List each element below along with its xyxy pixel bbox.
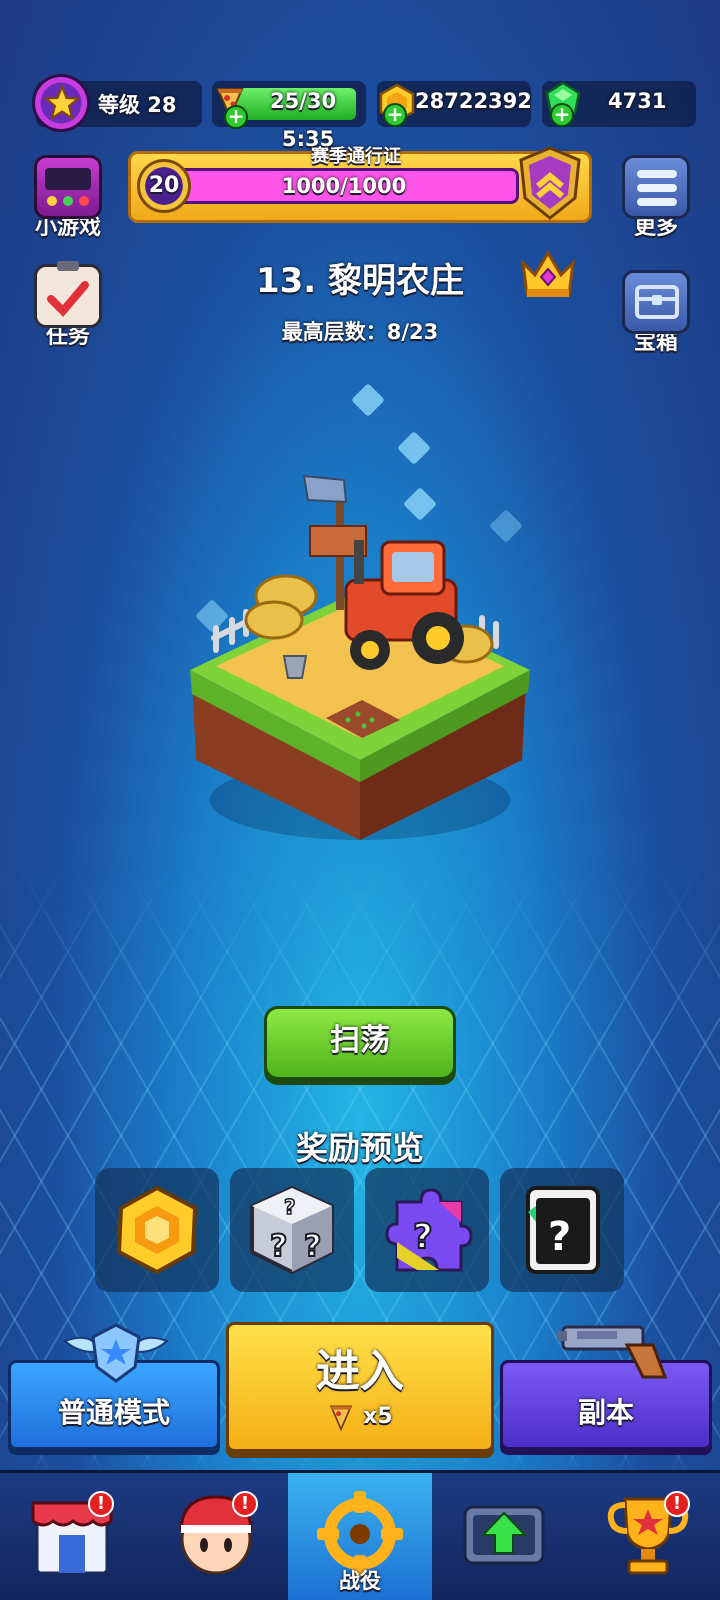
rank-shield-icon <box>519 146 581 220</box>
season-pass-title: 赛季通行证 <box>311 146 401 167</box>
reward-slot-gold-hex[interactable] <box>95 1168 219 1292</box>
add-energy-plus-icon[interactable]: + <box>224 105 248 129</box>
nav-tab-trophy[interactable]: ! <box>576 1473 720 1600</box>
campaign-label: 战役 <box>339 1569 381 1593</box>
trophy-alert-badge: ! <box>664 1491 690 1517</box>
minigame-button[interactable]: 小游戏 <box>28 155 108 241</box>
reward-slot-dice[interactable]: ? ? ? <box>230 1168 354 1292</box>
nav-tab-upgrade[interactable] <box>432 1473 576 1600</box>
nav-tab-hero[interactable]: ! <box>144 1473 288 1600</box>
season-pass-progress-bar: 1000/1000 <box>169 168 519 204</box>
svg-text:?: ? <box>304 1229 321 1264</box>
winged-star-badge-icon <box>63 1323 169 1383</box>
enter-cost: x5 <box>229 1403 491 1432</box>
enter-button[interactable]: 进入 x5 <box>226 1322 494 1452</box>
nav-tab-campaign[interactable]: 战役 <box>288 1473 432 1600</box>
floating-diamond-decor <box>397 431 431 465</box>
reward-preview-title: 奖励预览 <box>295 1129 424 1167</box>
more-button[interactable]: 更多 <box>616 155 696 241</box>
level-star-badge <box>32 74 90 132</box>
nav-tab-shop[interactable]: ! <box>0 1473 144 1600</box>
season-pass-panel[interactable]: 赛季通行证 1000/1000 20 <box>128 146 592 223</box>
coins-display[interactable]: + 28722392 <box>377 81 532 127</box>
player-level-display[interactable]: 等级 28 <box>32 74 202 132</box>
svg-text:?: ? <box>548 1214 571 1260</box>
enter-label: 进入 <box>316 1346 404 1397</box>
svg-text:?: ? <box>413 1217 433 1257</box>
season-pass-progress-text: 1000/1000 <box>281 174 407 198</box>
farm-island-illustration[interactable] <box>186 470 534 890</box>
season-pass-level-badge: 20 <box>137 159 191 213</box>
bottom-nav: ! ! 战役 ! <box>0 1470 720 1600</box>
reward-slot-card[interactable]: ? <box>500 1168 624 1292</box>
pizza-slice-icon <box>330 1405 353 1432</box>
arcade-machine-icon <box>34 155 102 219</box>
blaster-gun-icon <box>557 1325 668 1379</box>
hamburger-menu-icon <box>622 155 690 219</box>
dungeon-button[interactable]: 副本 <box>500 1325 712 1450</box>
normal-mode-button[interactable]: 普通模式 <box>8 1323 220 1450</box>
add-gems-plus-icon[interactable]: + <box>550 103 574 127</box>
energy-display[interactable]: + 25/30 <box>212 81 366 129</box>
shop-alert-badge: ! <box>88 1491 114 1517</box>
mystery-dice-icon: ? ? ? <box>250 1185 334 1275</box>
energy-value: 25/30 <box>270 89 337 113</box>
level-label: 等级 28 <box>98 93 177 117</box>
upgrade-arrow-icon <box>463 1505 545 1565</box>
hero-alert-badge: ! <box>232 1491 258 1517</box>
coins-value: 28722392 <box>415 89 532 113</box>
normal-mode-label: 普通模式 <box>57 1396 170 1429</box>
star-icon <box>44 85 80 121</box>
max-floors-text: 最高层数：8/23 <box>281 320 439 344</box>
gems-display[interactable]: + 4731 <box>542 81 696 127</box>
sweep-button[interactable]: 扫荡 <box>264 1006 456 1080</box>
gold-hex-coin-icon <box>116 1185 198 1275</box>
gems-value: 4731 <box>608 89 667 113</box>
stage-title: 13. 黎明农庄 <box>255 261 465 301</box>
svg-text:?: ? <box>270 1229 287 1264</box>
svg-text:?: ? <box>284 1195 296 1219</box>
enter-cost-value: x5 <box>363 1404 393 1429</box>
floating-diamond-decor <box>351 383 385 417</box>
crown-icon[interactable] <box>519 247 577 303</box>
mystery-card-icon: ? <box>526 1186 600 1274</box>
add-coins-plus-icon[interactable]: + <box>383 103 407 127</box>
reward-slot-puzzle[interactable]: ? <box>365 1168 489 1292</box>
dungeon-label: 副本 <box>577 1396 634 1429</box>
mystery-puzzle-icon: ? <box>385 1188 473 1272</box>
